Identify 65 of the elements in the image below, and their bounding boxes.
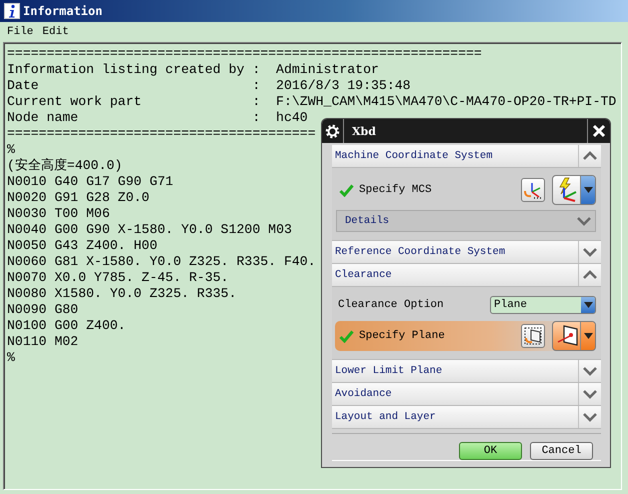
- field-label: Node name: [7, 110, 78, 126]
- cancel-button[interactable]: Cancel: [530, 442, 593, 460]
- code-line: N0080 X1580. Y0.0 Z325. R335.: [7, 286, 236, 302]
- axes-icon: [523, 180, 543, 200]
- field-label: Information listing created by: [7, 62, 244, 78]
- window-title: Information: [23, 4, 102, 18]
- specify-label: Specify Plane: [359, 330, 446, 342]
- section-header[interactable]: Clearance: [332, 264, 601, 287]
- field-value: 2016/8/3 19:35:48: [276, 78, 411, 94]
- plane-icon: [523, 326, 543, 346]
- specify-label: Specify MCS: [359, 184, 433, 196]
- ok-button[interactable]: OK: [459, 442, 522, 460]
- auto-csys-button[interactable]: [552, 175, 596, 205]
- field-separator: :: [252, 62, 260, 78]
- dialog-title: Xbd: [352, 124, 377, 138]
- code-line: N0090 G80: [7, 302, 78, 318]
- code-line: N0040 G00 G90 X-1580. Y0.0 S1200 M03: [7, 222, 292, 238]
- code-line: %: [7, 350, 15, 366]
- section-header[interactable]: Avoidance: [332, 383, 601, 406]
- expand-chevron-icon[interactable]: [583, 247, 597, 257]
- dropdown-arrow-icon[interactable]: [584, 333, 592, 339]
- subsection-header[interactable]: Details: [336, 210, 596, 232]
- field-value: hc40: [276, 110, 308, 126]
- code-line: N0030 T00 M06: [7, 206, 110, 222]
- separator-line: =======================================: [7, 126, 316, 142]
- option-dropdown[interactable]: Plane: [490, 296, 596, 314]
- code-line: N0110 M02: [7, 334, 78, 350]
- code-line: N0050 G43 Z400. H00: [7, 238, 158, 254]
- expand-chevron-icon[interactable]: [583, 366, 597, 376]
- code-line: N0020 G91 G28 Z0.0: [7, 190, 150, 206]
- menu-item[interactable]: Edit: [42, 26, 69, 38]
- option-label: Clearance Option: [338, 299, 445, 311]
- info-icon: [4, 3, 20, 19]
- dropdown-arrow-icon[interactable]: [584, 187, 592, 193]
- field-value: F:\ZWH_CAM\M415\MA470\C-MA470-OP20-TR+PI-TD: [276, 94, 616, 110]
- code-line: %: [7, 142, 15, 158]
- plane-dialog-button[interactable]: [521, 324, 545, 348]
- separator-line: ============================================================: [7, 46, 482, 62]
- close-icon[interactable]: [592, 124, 606, 138]
- code-line: (安全高度=400.0): [7, 158, 122, 174]
- code-line: N0010 G40 G17 G90 G71: [7, 174, 174, 190]
- selected-row-background[interactable]: Specify Plane: [335, 321, 596, 351]
- section-header[interactable]: Machine Coordinate System: [332, 145, 601, 168]
- code-line: N0070 X0.0 Y785. Z-45. R-35.: [7, 270, 229, 286]
- section-header[interactable]: Layout and Layer: [332, 406, 601, 429]
- field-label: Date: [7, 78, 39, 94]
- csys-dialog-button[interactable]: [521, 178, 545, 202]
- collapse-chevron-icon[interactable]: [583, 270, 597, 280]
- plane-button[interactable]: [552, 321, 596, 351]
- expand-chevron-icon[interactable]: [577, 216, 591, 226]
- field-label: Current work part: [7, 94, 142, 110]
- field-value: Administrator: [276, 62, 379, 78]
- field-separator: :: [252, 110, 260, 126]
- field-separator: :: [252, 94, 260, 110]
- section-header[interactable]: Reference Coordinate System: [332, 241, 601, 264]
- section-header[interactable]: Lower Limit Plane: [332, 360, 601, 383]
- code-line: N0060 G81 X-1580. Y0.0 Z325. R335. F40.: [7, 254, 316, 270]
- expand-chevron-icon[interactable]: [583, 412, 597, 422]
- dropdown-arrow-icon[interactable]: [584, 302, 592, 308]
- expand-chevron-icon[interactable]: [583, 389, 597, 399]
- menu-item[interactable]: File: [7, 26, 34, 38]
- field-separator: :: [252, 78, 260, 94]
- collapse-chevron-icon[interactable]: [583, 151, 597, 161]
- code-line: N0100 G00 Z400.: [7, 318, 126, 334]
- settings-icon[interactable]: [325, 124, 340, 138]
